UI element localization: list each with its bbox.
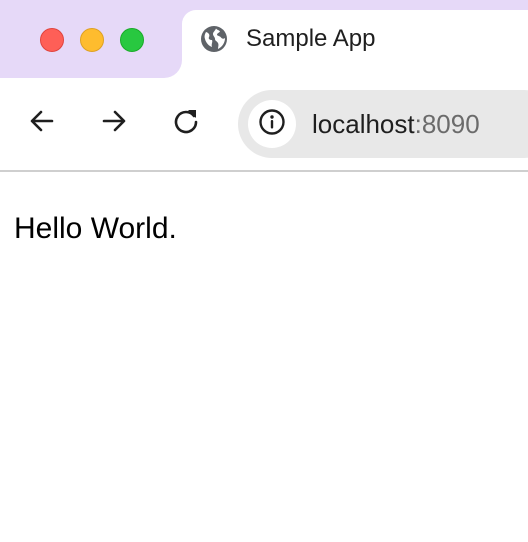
page-body-text: Hello World. (14, 212, 177, 245)
window-close-button[interactable] (40, 28, 64, 52)
tab-strip: Sample App (0, 0, 528, 78)
url-host: localhost (312, 109, 415, 139)
url-port: :8090 (414, 109, 480, 139)
browser-window: Sample App localhost:8090 Hello World. (0, 0, 528, 542)
page-content: Hello World. (0, 172, 528, 542)
info-icon (258, 108, 286, 141)
tab-sample-app[interactable]: Sample App (182, 10, 528, 78)
browser-toolbar: localhost:8090 (0, 78, 528, 170)
reload-button[interactable] (170, 107, 202, 139)
window-maximize-button[interactable] (120, 28, 144, 52)
reload-icon (172, 107, 200, 140)
site-info-button[interactable] (248, 100, 296, 148)
url-text[interactable]: localhost:8090 (312, 109, 480, 139)
tab-title: Sample App (246, 25, 376, 52)
back-button[interactable] (26, 107, 58, 139)
arrow-right-icon (100, 107, 128, 140)
window-minimize-button[interactable] (80, 28, 104, 52)
globe-icon (200, 25, 228, 53)
forward-button[interactable] (98, 107, 130, 139)
tab-corner (164, 60, 182, 78)
arrow-left-icon (28, 107, 56, 140)
address-bar[interactable]: localhost:8090 (238, 90, 528, 158)
